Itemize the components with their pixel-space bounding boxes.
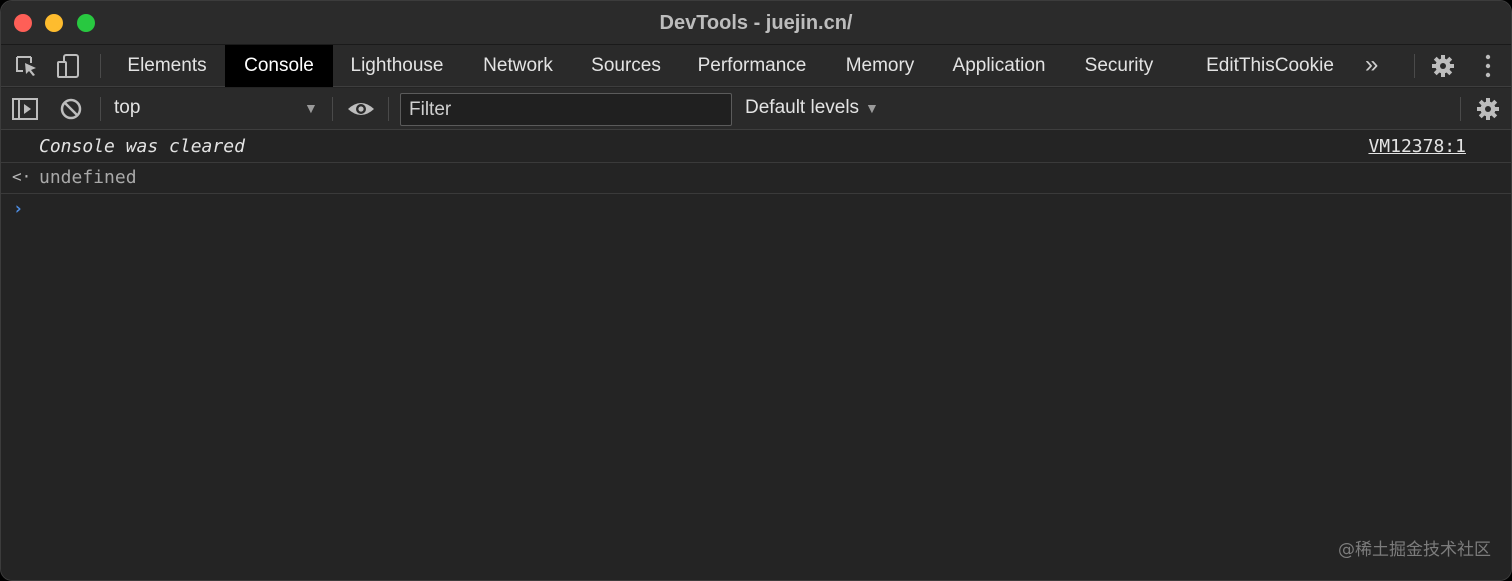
tab-sources[interactable]: Sources bbox=[577, 45, 675, 87]
message-source-link[interactable]: VM12378:1 bbox=[1368, 136, 1466, 157]
context-selector[interactable]: top bbox=[114, 88, 140, 130]
levels-dropdown-arrow-icon[interactable]: ▼ bbox=[865, 88, 879, 130]
log-levels-dropdown[interactable]: Default levels bbox=[745, 88, 859, 130]
tab-network[interactable]: Network bbox=[467, 45, 569, 87]
watermark: @稀土掘金技术社区 bbox=[1338, 540, 1491, 560]
sidebar-toggle-icon[interactable] bbox=[12, 97, 38, 121]
filter-input[interactable] bbox=[400, 93, 732, 126]
tab-editthiscookie[interactable]: EditThisCookie bbox=[1193, 45, 1347, 87]
tab-elements[interactable]: Elements bbox=[111, 45, 223, 87]
toolbar-separator-right bbox=[1460, 97, 1461, 121]
console-result-row: <· undefined bbox=[1, 163, 1511, 194]
tab-performance[interactable]: Performance bbox=[685, 45, 819, 87]
device-toggle-icon[interactable] bbox=[56, 54, 82, 78]
context-dropdown-arrow-icon[interactable]: ▼ bbox=[304, 88, 318, 130]
console-toolbar: top ▼ Default levels ▼ bbox=[1, 88, 1511, 130]
devtools-window: DevTools - juejin.cn/ Elements Console L… bbox=[0, 0, 1512, 581]
tabbar-separator bbox=[100, 54, 101, 78]
settings-gear-icon[interactable] bbox=[1430, 54, 1456, 78]
console-cleared-message: Console was cleared bbox=[39, 136, 245, 157]
console-output[interactable]: Console was cleared VM12378:1 <· undefin… bbox=[1, 131, 1511, 580]
toolbar-separator bbox=[100, 97, 101, 121]
console-message-row: Console was cleared VM12378:1 bbox=[1, 131, 1511, 163]
inspect-element-icon[interactable] bbox=[14, 54, 40, 78]
toolbar-separator-3 bbox=[388, 97, 389, 121]
return-value: undefined bbox=[39, 167, 137, 188]
tab-memory[interactable]: Memory bbox=[833, 45, 927, 87]
clear-console-icon[interactable] bbox=[58, 97, 84, 121]
tab-application[interactable]: Application bbox=[939, 45, 1059, 87]
tab-console[interactable]: Console bbox=[225, 45, 333, 87]
kebab-menu-icon[interactable] bbox=[1475, 54, 1501, 78]
tab-lighthouse[interactable]: Lighthouse bbox=[335, 45, 459, 87]
toolbar-separator-2 bbox=[332, 97, 333, 121]
tab-security[interactable]: Security bbox=[1073, 45, 1165, 87]
console-prompt-icon[interactable]: › bbox=[13, 199, 23, 219]
tabbar-separator-right bbox=[1414, 54, 1415, 78]
more-tabs-button[interactable]: » bbox=[1365, 45, 1385, 87]
live-expression-eye-icon[interactable] bbox=[347, 97, 374, 121]
window-title: DevTools - juejin.cn/ bbox=[659, 12, 853, 34]
main-tab-bar: Elements Console Lighthouse Network Sour… bbox=[1, 45, 1511, 87]
title-bar: DevTools - juejin.cn/ bbox=[1, 1, 1511, 45]
return-arrow-icon: <· bbox=[12, 167, 32, 186]
console-settings-icon[interactable] bbox=[1475, 97, 1501, 121]
